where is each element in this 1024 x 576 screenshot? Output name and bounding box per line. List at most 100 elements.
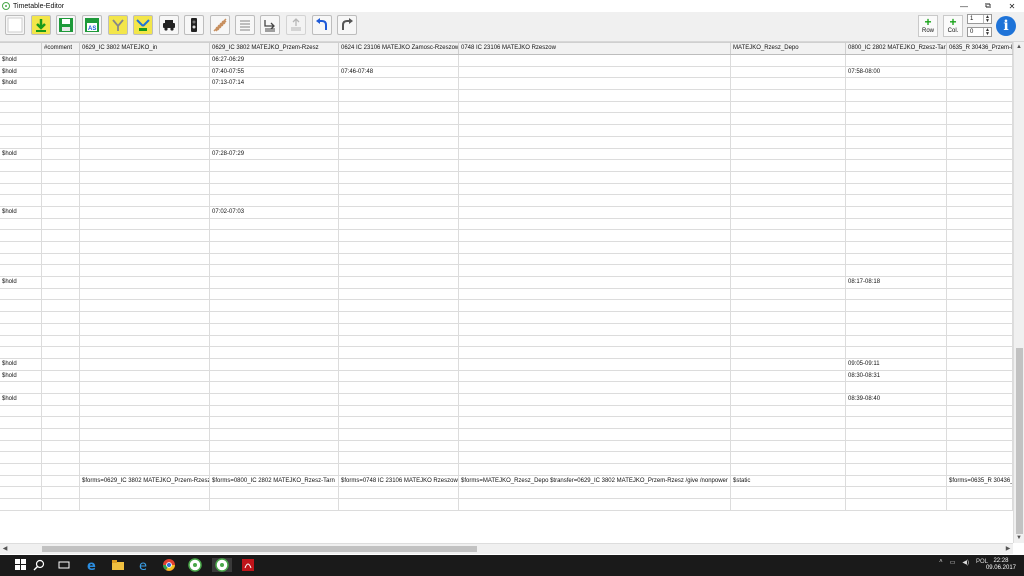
spinner-arrows-icon[interactable]: ▲ ▼ xyxy=(983,15,991,24)
table-cell[interactable] xyxy=(42,382,80,393)
table-cell[interactable] xyxy=(731,358,846,370)
table-cell[interactable] xyxy=(731,440,846,452)
table-cell[interactable] xyxy=(210,323,339,335)
table-cell[interactable] xyxy=(731,417,846,428)
table-cell[interactable] xyxy=(339,358,459,370)
table-cell[interactable] xyxy=(210,136,339,148)
table-cell[interactable] xyxy=(339,242,459,253)
table-cell[interactable] xyxy=(339,288,459,300)
table-cell[interactable] xyxy=(459,148,731,160)
table-cell[interactable]: $hold xyxy=(0,206,42,218)
table-cell[interactable] xyxy=(459,440,731,452)
list-button[interactable] xyxy=(235,15,255,35)
table-cell[interactable] xyxy=(947,499,1013,510)
table-cell[interactable] xyxy=(459,242,731,253)
table-cell[interactable] xyxy=(459,335,731,347)
table-cell[interactable] xyxy=(80,136,210,148)
table-cell[interactable] xyxy=(80,464,210,475)
table-cell[interactable] xyxy=(80,370,210,382)
table-cell[interactable] xyxy=(339,136,459,148)
table-cell[interactable] xyxy=(80,78,210,90)
table-cell[interactable] xyxy=(0,323,42,335)
table-cell[interactable] xyxy=(459,312,731,323)
table-cell[interactable] xyxy=(459,358,731,370)
column-header[interactable] xyxy=(0,43,42,54)
table-cell[interactable] xyxy=(80,195,210,206)
row-count-spinner[interactable]: 1 ▲ ▼ xyxy=(967,14,992,24)
search-icon[interactable] xyxy=(32,558,46,572)
redo-button[interactable] xyxy=(337,15,357,35)
table-cell[interactable] xyxy=(339,101,459,113)
table-cell[interactable] xyxy=(80,101,210,113)
table-cell[interactable] xyxy=(80,312,210,323)
table-cell[interactable] xyxy=(947,277,1013,288)
table-cell[interactable] xyxy=(80,171,210,183)
ie-browser-icon[interactable]: e xyxy=(137,558,151,572)
table-cell[interactable] xyxy=(42,160,80,171)
table-cell[interactable] xyxy=(0,90,42,101)
table-cell[interactable] xyxy=(339,347,459,358)
table-cell[interactable] xyxy=(947,452,1013,464)
table-cell[interactable] xyxy=(947,440,1013,452)
table-cell[interactable] xyxy=(42,499,80,510)
table-cell[interactable] xyxy=(42,265,80,277)
table-cell[interactable] xyxy=(339,370,459,382)
table-cell[interactable] xyxy=(947,66,1013,78)
table-cell[interactable] xyxy=(210,452,339,464)
table-cell[interactable] xyxy=(0,253,42,265)
table-cell[interactable] xyxy=(42,55,80,66)
info-icon[interactable]: i xyxy=(996,16,1016,36)
table-cell[interactable] xyxy=(42,429,80,440)
table-cell[interactable] xyxy=(42,206,80,218)
table-cell[interactable] xyxy=(80,452,210,464)
table-cell[interactable] xyxy=(459,78,731,90)
table-cell[interactable] xyxy=(80,393,210,405)
table-cell[interactable] xyxy=(947,405,1013,417)
indent-button[interactable] xyxy=(260,15,280,35)
table-cell[interactable] xyxy=(210,171,339,183)
table-cell[interactable] xyxy=(0,288,42,300)
table-cell[interactable] xyxy=(459,417,731,428)
windows-start-icon[interactable] xyxy=(14,558,28,572)
table-cell[interactable] xyxy=(210,417,339,428)
table-cell[interactable] xyxy=(339,335,459,347)
merge-button[interactable] xyxy=(133,15,153,35)
table-cell[interactable] xyxy=(846,55,947,66)
new-file-button[interactable] xyxy=(5,15,25,35)
table-cell[interactable] xyxy=(846,429,947,440)
table-cell[interactable] xyxy=(0,265,42,277)
table-cell[interactable] xyxy=(0,452,42,464)
table-cell[interactable] xyxy=(80,55,210,66)
table-cell[interactable] xyxy=(731,382,846,393)
table-cell[interactable] xyxy=(339,195,459,206)
table-cell[interactable] xyxy=(80,300,210,312)
table-cell[interactable] xyxy=(80,218,210,230)
table-cell[interactable] xyxy=(0,113,42,125)
table-cell[interactable] xyxy=(947,288,1013,300)
column-header[interactable]: 0800_IC 2802 MATEJKO_Rzesz-Tarn xyxy=(846,43,947,54)
task-view-icon[interactable] xyxy=(57,558,71,572)
table-cell[interactable] xyxy=(731,78,846,90)
table-cell[interactable] xyxy=(80,499,210,510)
table-cell[interactable] xyxy=(947,218,1013,230)
table-cell[interactable] xyxy=(80,429,210,440)
table-cell[interactable] xyxy=(80,417,210,428)
table-cell[interactable] xyxy=(846,101,947,113)
table-cell[interactable] xyxy=(846,230,947,241)
table-cell[interactable] xyxy=(42,78,80,90)
table-cell[interactable] xyxy=(210,335,339,347)
table-cell[interactable] xyxy=(339,148,459,160)
spinner-arrows-icon[interactable]: ▲ ▼ xyxy=(983,28,991,37)
table-cell[interactable] xyxy=(459,113,731,125)
table-cell[interactable] xyxy=(731,113,846,125)
table-cell[interactable] xyxy=(80,125,210,136)
table-cell[interactable] xyxy=(846,300,947,312)
table-cell[interactable] xyxy=(846,405,947,417)
table-cell[interactable] xyxy=(947,253,1013,265)
table-cell[interactable] xyxy=(210,101,339,113)
table-cell[interactable]: 08:17-08:18 xyxy=(846,277,947,288)
table-cell[interactable] xyxy=(80,358,210,370)
table-cell[interactable] xyxy=(80,347,210,358)
scroll-right-icon[interactable]: ▶ xyxy=(1003,544,1013,554)
table-cell[interactable] xyxy=(210,125,339,136)
